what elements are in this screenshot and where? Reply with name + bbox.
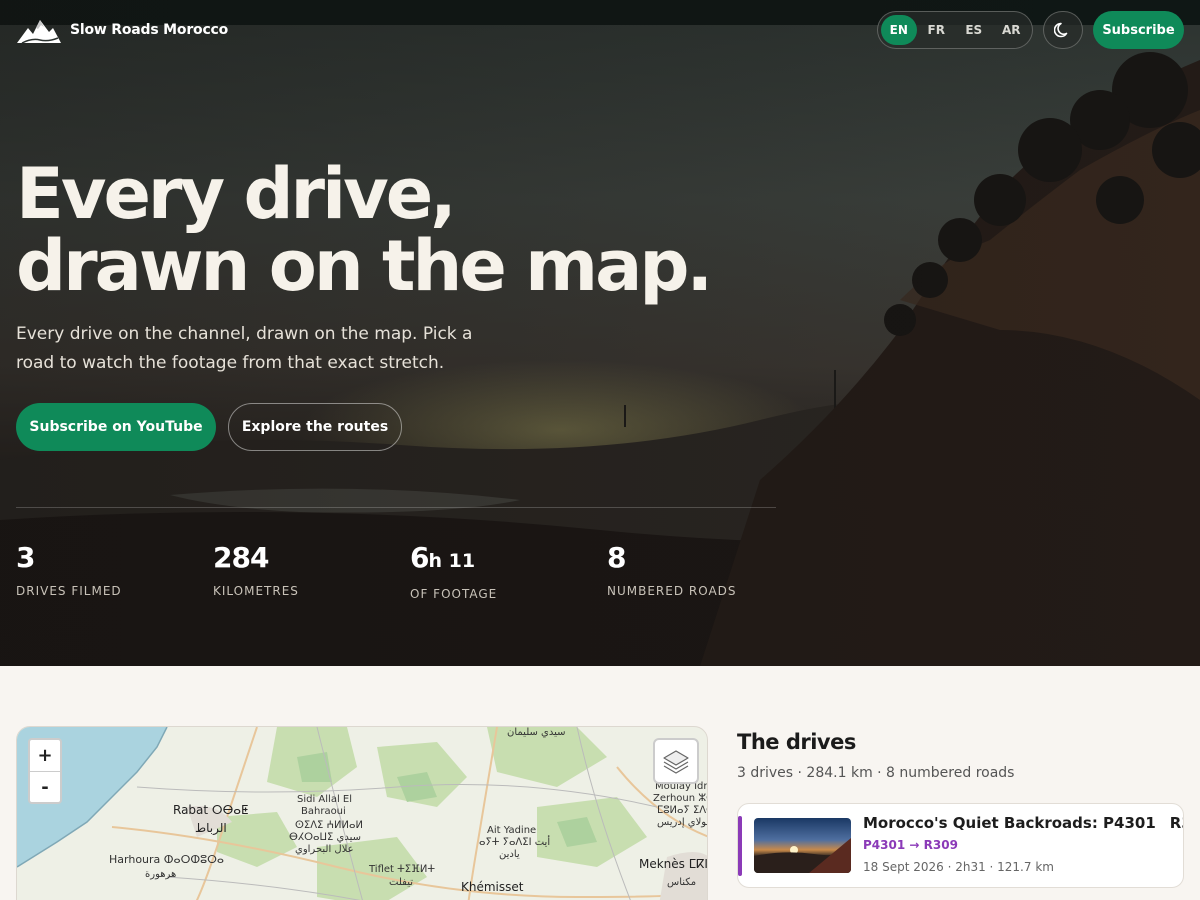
stat-value-main: 6 — [410, 541, 430, 574]
map-label-ait-yadine-2: ⴰⵢⵜ ⵢⴰⴷⵉⵏ أيت — [479, 837, 551, 848]
map-label-moulay-2: Zerhoun ⵣⵔⵀⵓⵏ — [653, 793, 707, 804]
stat-value: 8 — [607, 541, 626, 574]
layers-button[interactable] — [653, 738, 699, 784]
subscribe-button[interactable]: Subscribe — [1093, 11, 1184, 49]
explore-routes-button[interactable]: Explore the routes — [228, 403, 402, 451]
layers-icon — [663, 750, 689, 774]
lang-fr-button[interactable]: FR — [919, 15, 955, 45]
lang-es-button[interactable]: ES — [956, 15, 992, 45]
map-label-sidi-allal-2: Bahraoui — [301, 806, 346, 817]
map-label-meknes-2: مكناس — [667, 877, 697, 888]
map-label-ait-yadine-3: يادين — [499, 849, 520, 860]
map-label-harhoura: Harhoura ⵀⴰⵔⵀⵓⵔⴰ — [109, 853, 225, 866]
map-label-tiflet-1: Tiflet ⵜⵉⴼⵍⵜ — [369, 864, 436, 875]
map-label-ait-yadine-1: Ait Yadine — [487, 825, 537, 836]
drive-title-main: Morocco's Quiet Backroads: P4301 — [863, 814, 1156, 832]
lang-en-button[interactable]: EN — [881, 15, 917, 45]
theme-toggle-button[interactable] — [1043, 11, 1083, 49]
map-label-harhoura-ar: هرهورة — [145, 869, 177, 880]
zoom-control: + - — [28, 738, 62, 804]
stat-label: KILOMETRES — [213, 584, 299, 598]
drive-card[interactable]: Morocco's Quiet Backroads: P4301 R309 P43… — [737, 803, 1184, 888]
drive-title: Morocco's Quiet Backroads: P4301 R309 — [863, 814, 1183, 832]
map-label-sidi-allal-1: Sidi Allal El — [297, 794, 353, 805]
brand-name: Slow Roads Morocco — [70, 22, 229, 38]
stat-footage: 6h 11 OF FOOTAGE — [410, 540, 607, 601]
route-to: R309 — [923, 838, 958, 852]
stat-value-small: h 11 — [428, 550, 476, 572]
drive-color-bar — [738, 816, 742, 876]
drive-route: P4301 → R309 — [863, 838, 958, 852]
hero-title: Every drive, drawn on the map. — [16, 158, 713, 302]
drive-info: 18 Sept 2026 · 2h31 · 121.7 km — [863, 860, 1054, 874]
map-label-sidi-allal-4: ⴱⵃⵔⴰⵡⵉ سيدي — [289, 832, 361, 843]
drive-title-second: R309 — [1169, 814, 1183, 832]
routes-map[interactable]: سيدي سليمان Rabat ⵔⴱⴰⵟ الرباط Harhoura ⵀ… — [16, 726, 708, 900]
language-switcher: EN FR ES AR — [877, 11, 1033, 49]
drives-heading: The drives — [737, 730, 856, 754]
zoom-out-button[interactable]: - — [30, 771, 60, 802]
moon-icon — [1054, 22, 1068, 38]
drives-summary: 3 drives · 284.1 km · 8 numbered roads — [737, 765, 1015, 781]
mountain-logo-icon — [17, 20, 61, 44]
stat-value: 284 — [213, 541, 269, 574]
stat-value: 6h 11 — [410, 540, 607, 579]
map-label-rabat: Rabat ⵔⴱⴰⵟ — [173, 803, 249, 817]
map-label-moulay-4: مولاي إدريس — [657, 817, 708, 828]
stat-label: OF FOOTAGE — [410, 587, 498, 601]
map-label-tiflet-2: تيفلت — [389, 877, 413, 888]
subscribe-youtube-button[interactable]: Subscribe on YouTube — [16, 403, 216, 451]
stat-label: NUMBERED ROADS — [607, 584, 737, 598]
map-label-sidi-allal-5: علال البحراوي — [295, 844, 354, 855]
arrow-right-icon: → — [909, 838, 920, 852]
stat-roads: 8 NUMBERED ROADS — [607, 540, 804, 601]
hero-subtitle: Every drive on the channel, drawn on the… — [16, 324, 473, 373]
hero-section: Slow Roads Morocco EN FR ES AR Subscribe… — [0, 0, 1200, 666]
stat-kilometres: 284 KILOMETRES — [213, 540, 410, 601]
stats-row: 3 DRIVES FILMED 284 KILOMETRES 6h 11 OF … — [16, 540, 804, 601]
map-label-sidi-allal-3: ⵙⵉⴷⵉ ⵄⵍⵍⴰⵍ — [295, 820, 363, 831]
map-label-moulay-3: ⵎⵓⵍⴰⵢ ⵉⴷⵔ — [657, 805, 707, 816]
drive-thumbnail — [754, 818, 851, 873]
hero-title-line2: drawn on the map. — [16, 225, 713, 307]
stat-value: 3 — [16, 541, 35, 574]
route-from: P4301 — [863, 838, 906, 852]
divider — [16, 507, 776, 508]
stat-label: DRIVES FILMED — [16, 584, 122, 598]
hero-title-line1: Every drive, — [16, 153, 457, 235]
map-label-rabat-ar: الرباط — [195, 821, 227, 835]
zoom-in-button[interactable]: + — [30, 740, 60, 771]
map-label-sidi-slimane: سيدي سليمان — [507, 727, 566, 738]
lang-ar-button[interactable]: AR — [994, 15, 1030, 45]
map-tiles — [17, 727, 707, 900]
map-label-khemisset: Khémisset — [461, 880, 524, 894]
stat-drives: 3 DRIVES FILMED — [16, 540, 213, 601]
brand[interactable]: Slow Roads Morocco — [16, 14, 228, 46]
map-label-meknes-1: Meknès ⵎⴽⵏⴰⵙ — [639, 857, 708, 871]
